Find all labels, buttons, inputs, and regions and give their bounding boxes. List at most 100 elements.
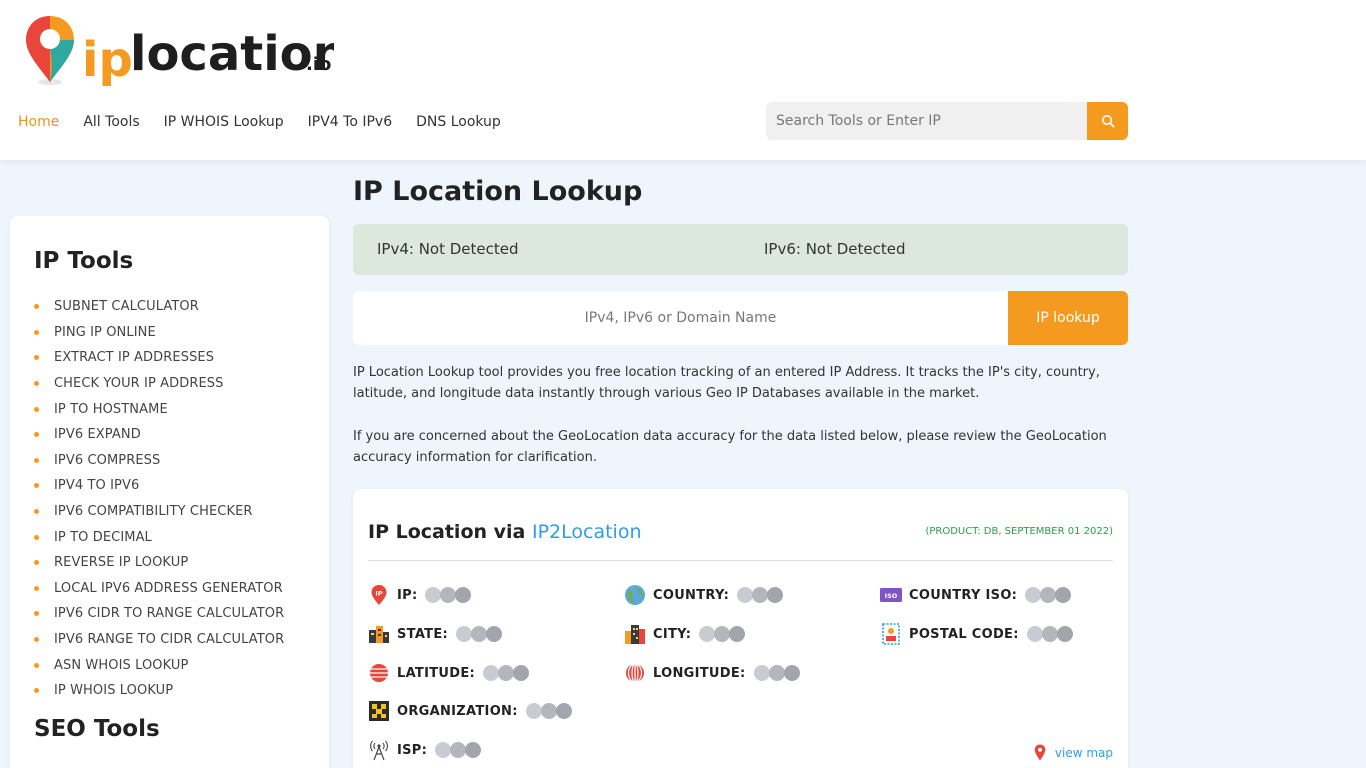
nav-dns-lookup[interactable]: DNS Lookup	[416, 114, 501, 130]
sidebar-tool-item[interactable]: PING IP ONLINE	[34, 320, 284, 346]
main-nav: Home All Tools IP WHOIS Lookup IPV4 To I…	[18, 112, 525, 132]
latitude-value-loading	[483, 665, 530, 681]
bullet-dot-icon	[34, 637, 39, 643]
sidebar-tool-label[interactable]: CHECK YOUR IP ADDRESS	[54, 376, 224, 391]
sidebar-tool-label[interactable]: ASN WHOIS LOOKUP	[54, 658, 188, 673]
state-label: STATE:	[397, 626, 449, 642]
field-organization: ORGANIZATION:	[368, 699, 572, 723]
site-header: ip location .io Home All Tools IP WHOIS …	[0, 0, 1366, 160]
longitude-value-loading	[753, 665, 800, 681]
sidebar-tool-item[interactable]: CHECK YOUR IP ADDRESS	[34, 371, 284, 397]
ip-tools-list: SUBNET CALCULATOR PING IP ONLINE EXTRACT I…	[34, 294, 284, 704]
sidebar-tool-label[interactable]: PING IP ONLINE	[54, 325, 156, 340]
svg-text:ISO: ISO	[885, 592, 898, 600]
ip2location-link[interactable]: IP2Location	[532, 521, 642, 543]
accuracy-paragraph: If you are concerned about the GeoLocati…	[353, 429, 1107, 465]
ip-pin-icon: IP	[368, 584, 390, 606]
search-button[interactable]	[1087, 102, 1128, 140]
site-logo[interactable]: ip location .io	[24, 12, 347, 88]
sidebar-tool-item[interactable]: EXTRACT IP ADDRESSES	[34, 345, 284, 371]
ip-label: IP:	[397, 587, 418, 603]
ipv6-status: IPv6: Not Detected	[764, 240, 906, 258]
sidebar: IP Tools SUBNET CALCULATOR PING IP ONLINE…	[10, 216, 329, 768]
bullet-dot-icon	[34, 585, 39, 591]
sidebar-tool-item[interactable]: IP TO HOSTNAME	[34, 396, 284, 422]
ip-tools-heading: IP Tools	[34, 248, 134, 274]
organization-label: ORGANIZATION:	[397, 703, 518, 719]
sidebar-tool-label[interactable]: SUBNET CALCULATOR	[54, 299, 199, 314]
bullet-dot-icon	[34, 381, 39, 387]
country-iso-label: COUNTRY ISO:	[909, 587, 1018, 603]
country-value-loading	[737, 587, 784, 603]
card-title: IP Location via IP2Location	[368, 521, 642, 543]
page-title: IP Location Lookup	[353, 176, 643, 207]
iso-badge-icon: ISO	[880, 584, 902, 606]
sidebar-tool-label[interactable]: IPV6 COMPATIBILITY CHECKER	[54, 504, 253, 519]
city-skyline-icon	[624, 623, 646, 645]
sidebar-tool-item[interactable]: REVERSE IP LOOKUP	[34, 550, 284, 576]
sidebar-tool-label[interactable]: IP TO DECIMAL	[54, 530, 152, 545]
sidebar-tool-label[interactable]: IP WHOIS LOOKUP	[54, 683, 173, 698]
state-buildings-icon	[368, 623, 390, 645]
globe-icon	[624, 584, 646, 606]
nav-ipv4-to-ipv6[interactable]: IPV4 To IPv6	[308, 114, 392, 130]
svg-text:ip: ip	[82, 32, 133, 88]
sidebar-tool-item[interactable]: IPV6 EXPAND	[34, 422, 284, 448]
search-icon	[1101, 115, 1114, 128]
ip-value-loading	[425, 587, 472, 603]
sidebar-tool-item[interactable]: IP WHOIS LOOKUP	[34, 678, 284, 704]
sidebar-tool-item[interactable]: LOCAL IPV6 ADDRESS GENERATOR	[34, 576, 284, 602]
ip-status-bar: IPv4: Not Detected IPv6: Not Detected	[353, 224, 1128, 275]
sidebar-tool-item[interactable]: IP TO DECIMAL	[34, 524, 284, 550]
ipv4-status: IPv4: Not Detected	[377, 240, 519, 258]
ip-lookup-form: IP lookup	[353, 291, 1128, 345]
sidebar-tool-item[interactable]: IPV6 COMPATIBILITY CHECKER	[34, 499, 284, 525]
antenna-tower-icon	[368, 739, 390, 761]
isp-value-loading	[435, 742, 482, 758]
city-value-loading	[699, 626, 746, 642]
latitude-globe-icon	[368, 662, 390, 684]
sidebar-tool-item[interactable]: ASN WHOIS LOOKUP	[34, 652, 284, 678]
bullet-dot-icon	[34, 534, 39, 540]
sidebar-tool-item[interactable]: IPV4 TO IPV6	[34, 473, 284, 499]
map-pin-icon	[1034, 744, 1046, 761]
ip-lookup-button[interactable]: IP lookup	[1008, 291, 1128, 345]
sidebar-tool-label[interactable]: IP TO HOSTNAME	[54, 402, 168, 417]
svg-text:IP: IP	[375, 590, 382, 598]
sidebar-tool-label[interactable]: LOCAL IPV6 ADDRESS GENERATOR	[54, 581, 283, 596]
postal-code-value-loading	[1026, 626, 1073, 642]
field-postal-code: POSTAL CODE:	[880, 622, 1073, 646]
sidebar-tool-item[interactable]: IPV6 CIDR TO RANGE CALCULATOR	[34, 601, 284, 627]
postal-stamp-icon	[880, 623, 902, 645]
bullet-dot-icon	[34, 304, 39, 310]
ip-lookup-input[interactable]	[353, 291, 1008, 345]
bullet-dot-icon	[34, 432, 39, 438]
nav-all-tools[interactable]: All Tools	[83, 114, 139, 130]
sidebar-tool-item[interactable]: SUBNET CALCULATOR	[34, 294, 284, 320]
bullet-dot-icon	[34, 406, 39, 412]
search-input[interactable]	[766, 102, 1087, 140]
sidebar-tool-label[interactable]: REVERSE IP LOOKUP	[54, 555, 188, 570]
sidebar-tool-item[interactable]: IPV6 COMPRESS	[34, 448, 284, 474]
sidebar-tool-label[interactable]: IPV6 RANGE TO CIDR CALCULATOR	[54, 632, 284, 647]
nav-ip-whois-lookup[interactable]: IP WHOIS Lookup	[164, 114, 284, 130]
field-ip: IP IP:	[368, 583, 472, 607]
country-label: COUNTRY:	[653, 587, 730, 603]
bullet-dot-icon	[34, 560, 39, 566]
sidebar-tool-label[interactable]: IPV6 COMPRESS	[54, 453, 160, 468]
sidebar-tool-label[interactable]: EXTRACT IP ADDRESSES	[54, 350, 214, 365]
sidebar-tool-label[interactable]: IPV6 EXPAND	[54, 427, 141, 442]
longitude-globe-icon	[624, 662, 646, 684]
organization-value-loading	[525, 703, 572, 719]
nav-home[interactable]: Home	[18, 114, 59, 130]
latitude-label: LATITUDE:	[397, 665, 476, 681]
card-title-prefix: IP Location via	[368, 521, 532, 543]
sidebar-tool-item[interactable]: IPV6 RANGE TO CIDR CALCULATOR	[34, 627, 284, 653]
view-map-link[interactable]: view map	[1034, 744, 1113, 761]
sidebar-tool-label[interactable]: IPV6 CIDR TO RANGE CALCULATOR	[54, 606, 284, 621]
view-map-label[interactable]: view map	[1055, 746, 1113, 760]
bullet-dot-icon	[34, 329, 39, 335]
product-info: (PRODUCT: DB, SEPTEMBER 01 2022)	[925, 526, 1113, 537]
sidebar-tool-label[interactable]: IPV4 TO IPV6	[54, 478, 139, 493]
organization-icon	[368, 700, 390, 722]
